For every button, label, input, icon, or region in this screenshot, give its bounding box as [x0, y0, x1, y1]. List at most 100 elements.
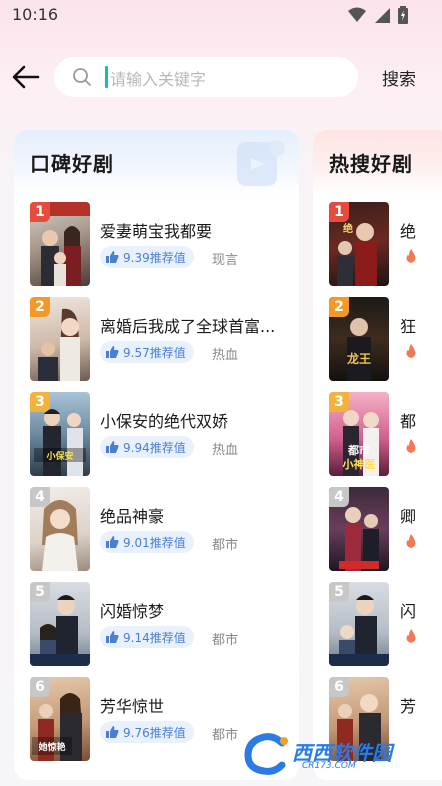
score-text: 9.14推荐值 [123, 630, 186, 645]
list-item[interactable]: 绝 1 绝 [329, 202, 442, 288]
rank-badge: 1 [30, 202, 50, 222]
score-badge: 9.57推荐值 [100, 341, 194, 363]
score-badge: 9.39推荐值 [100, 246, 194, 268]
rank-badge: 6 [30, 677, 50, 697]
thumbs-up-icon [106, 726, 119, 738]
search-bar: 请输入关键字 搜索 [0, 56, 442, 98]
item-title: 闪婚惊梦 [100, 602, 165, 621]
card-header: 口碑好剧 [14, 130, 299, 196]
score-text: 9.94推荐值 [123, 440, 186, 455]
genre-tag: 都市 [212, 728, 239, 743]
rank-badge: 5 [30, 582, 50, 602]
text-cursor [105, 66, 108, 88]
poster-image: 她惊艳 6 [30, 677, 90, 761]
rank-badge: 1 [329, 202, 349, 222]
watermark-c-logo-icon [244, 733, 288, 775]
genre-tag: 热血 [212, 443, 239, 458]
search-placeholder: 请输入关键字 [110, 70, 207, 89]
fire-icon [406, 439, 416, 453]
genre-tag: 都市 [212, 538, 239, 553]
rank-badge: 4 [329, 487, 349, 507]
score-text: 9.01推荐值 [123, 535, 186, 550]
section-card-word-of-mouth: 口碑好剧 1 爱妻萌宝我都要 9.39推荐值 现言 2 离婚后我成了全球首富..… [14, 130, 299, 780]
list-item[interactable]: 5 闪 [329, 582, 442, 668]
section-title: 热搜好剧 [329, 152, 413, 176]
score-text: 9.76推荐值 [123, 725, 186, 740]
svg-text:小保安: 小保安 [45, 450, 73, 462]
poster-image: 绝 1 [329, 202, 389, 286]
svg-text:绝: 绝 [343, 222, 353, 235]
item-title: 绝 [400, 222, 417, 241]
thumbs-up-icon [106, 251, 119, 263]
fire-icon [406, 249, 416, 263]
status-icons [348, 6, 408, 24]
status-bar: 10:16 [0, 0, 442, 32]
genre-tag: 现言 [212, 253, 239, 268]
rank-badge: 3 [30, 392, 50, 412]
search-button[interactable]: 搜索 [382, 65, 416, 90]
poster-image: 都市 小神医 3 [329, 392, 389, 476]
poster-image: 龙王 2 [329, 297, 389, 381]
section-card-trending: 热搜好剧 绝 1 绝 龙王 2 狂 都市 小神医 3 都 4 卿 5 闪 6 芳 [313, 130, 442, 780]
score-badge: 9.01推荐值 [100, 531, 194, 553]
svg-text:她惊艳: 她惊艳 [38, 741, 65, 753]
rank-badge: 6 [329, 677, 349, 697]
list-item[interactable]: 小保安 3 小保安的绝代双娇 9.94推荐值 热血 [30, 392, 292, 478]
card-header: 热搜好剧 [313, 130, 442, 196]
list-item[interactable]: 4 卿 [329, 487, 442, 573]
thumbs-up-icon [106, 441, 119, 453]
wifi-icon [348, 7, 366, 22]
signal-icon [375, 8, 390, 23]
item-title: 小保安的绝代双娇 [100, 412, 229, 431]
list-item[interactable]: 都市 小神医 3 都 [329, 392, 442, 478]
item-title: 绝品神豪 [100, 507, 165, 526]
arrow-left-icon [12, 65, 40, 89]
battery-charging-icon [398, 6, 408, 24]
item-title: 芳 [400, 697, 417, 716]
search-input[interactable]: 请输入关键字 [54, 57, 358, 97]
item-title: 闪 [400, 602, 417, 621]
score-badge: 9.14推荐值 [100, 626, 194, 648]
svg-text:都市: 都市 [347, 443, 370, 457]
score-badge: 9.76推荐值 [100, 721, 194, 743]
poster-image: 2 [30, 297, 90, 381]
score-badge: 9.94推荐值 [100, 436, 194, 458]
list-item[interactable]: 1 爱妻萌宝我都要 9.39推荐值 现言 [30, 202, 292, 288]
fire-icon [406, 629, 416, 643]
item-title: 卿 [400, 507, 417, 526]
rank-badge: 5 [329, 582, 349, 602]
list-item[interactable]: 4 绝品神豪 9.01推荐值 都市 [30, 487, 292, 573]
poster-image: 小保安 3 [30, 392, 90, 476]
item-title: 爱妻萌宝我都要 [100, 222, 213, 241]
decor-shape-icon [237, 140, 285, 186]
poster-image: 4 [30, 487, 90, 571]
list-item[interactable]: 2 离婚后我成了全球首富... 9.57推荐值 热血 [30, 297, 292, 383]
thumbs-up-icon [106, 346, 119, 358]
rank-badge: 3 [329, 392, 349, 412]
section-title: 口碑好剧 [30, 152, 114, 176]
watermark-logo: 西西软件园 CR173.COM [244, 733, 422, 775]
item-title: 芳华惊世 [100, 697, 165, 716]
item-title: 离婚后我成了全球首富... [100, 317, 276, 336]
watermark-url: CR173.COM [302, 761, 356, 771]
score-text: 9.39推荐值 [123, 250, 186, 265]
poster-image: 5 [329, 582, 389, 666]
fire-icon [406, 344, 416, 358]
rank-badge: 2 [329, 297, 349, 317]
score-text: 9.57推荐值 [123, 345, 186, 360]
item-title: 都 [400, 412, 417, 431]
genre-tag: 都市 [212, 633, 239, 648]
item-title: 狂 [400, 317, 417, 336]
svg-text:小神医: 小神医 [342, 457, 376, 471]
search-icon [73, 68, 91, 86]
back-button[interactable] [12, 64, 40, 90]
status-time: 10:16 [12, 5, 59, 24]
list-item[interactable]: 龙王 2 狂 [329, 297, 442, 383]
genre-tag: 热血 [212, 348, 239, 363]
fire-icon [406, 534, 416, 548]
rank-badge: 4 [30, 487, 50, 507]
poster-image: 1 [30, 202, 90, 286]
thumbs-up-icon [106, 536, 119, 548]
poster-image: 4 [329, 487, 389, 571]
list-item[interactable]: 5 闪婚惊梦 9.14推荐值 都市 [30, 582, 292, 668]
